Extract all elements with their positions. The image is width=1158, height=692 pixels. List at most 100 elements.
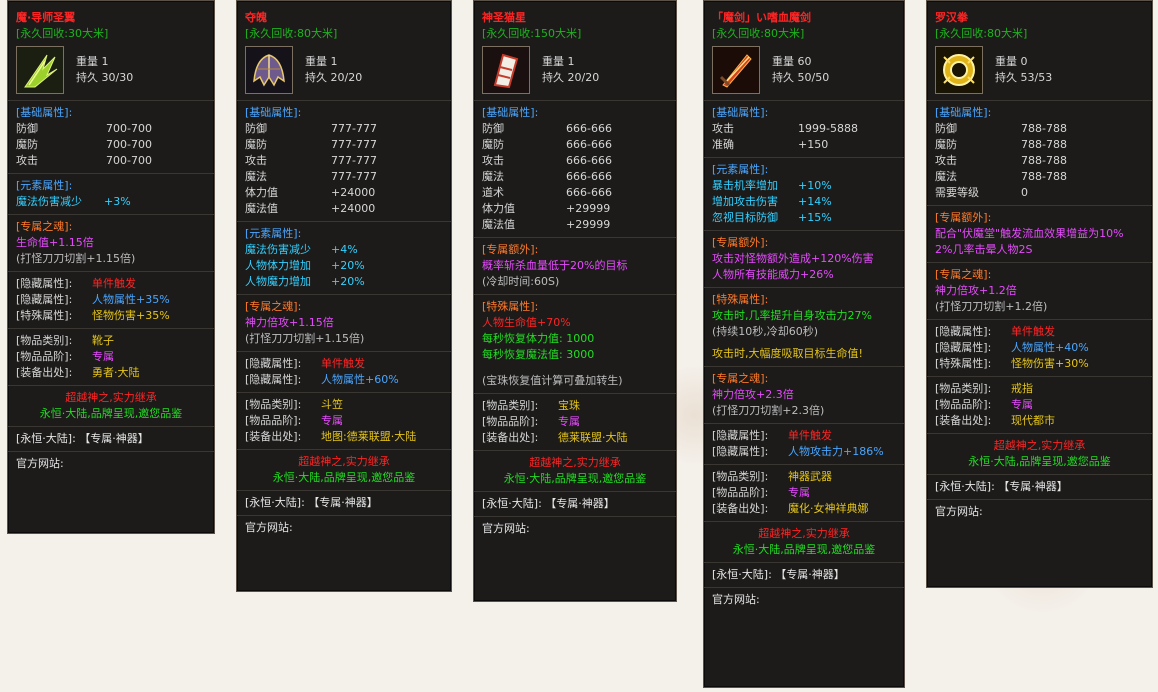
special-line: 人物生命值+70% — [482, 316, 571, 329]
attr-key: 魔法 — [482, 170, 504, 183]
attr-value: 788-788 — [1021, 122, 1067, 135]
attr-key: [隐藏属性]: — [16, 277, 73, 290]
attr-key: 魔法 — [935, 170, 957, 183]
extra-title: [专属额外]: — [935, 211, 992, 224]
scroll-gem-icon — [482, 46, 530, 94]
footer-label: [永恒·大陆]: 【专属·神器】 — [16, 432, 149, 445]
attr-key: 防御 — [482, 122, 504, 135]
attr-key: 防御 — [245, 122, 267, 135]
attr-key: 道术 — [482, 186, 504, 199]
attr-value: 666-666 — [566, 170, 612, 183]
attr-value: +24000 — [331, 202, 376, 215]
info-value: 神器武器 — [788, 470, 832, 483]
attr-value: 怪物伤害+35% — [92, 309, 170, 322]
info-key: [装备出处]: — [245, 430, 302, 443]
info-key: [物品类别]: — [482, 399, 539, 412]
attr-value: 单件触发 — [788, 429, 832, 442]
extra-line: 2%几率击晕人物2S — [935, 243, 1033, 256]
attr-value: 788-788 — [1021, 170, 1067, 183]
footer-label: [永恒·大陆]: 【专属·神器】 — [712, 568, 845, 581]
extra-title: [专属额外]: — [712, 236, 769, 249]
info-key: [物品类别]: — [16, 334, 73, 347]
slogan-title: 超越神之,实力继承 — [529, 456, 621, 469]
green-wing-icon — [16, 46, 64, 94]
info-value: 地图:德莱联盟·大陆 — [321, 430, 417, 443]
attr-key: 体力值 — [482, 202, 515, 215]
attr-value: +20% — [331, 275, 365, 288]
info-key: [物品品阶]: — [482, 415, 539, 428]
info-value: 专属 — [558, 415, 580, 428]
official-site-label: 官方网站: — [16, 457, 64, 470]
footer-label: [永恒·大陆]: 【专属·神器】 — [245, 496, 378, 509]
durability-stat: 持久 53/53 — [995, 71, 1053, 84]
attr-value: 0 — [1021, 186, 1028, 199]
attr-value: 777-777 — [331, 138, 377, 151]
durability-stat: 持久 20/20 — [305, 71, 363, 84]
info-value: 专属 — [321, 414, 343, 427]
extra-line: 概率斩杀血量低于20%的目标 — [482, 259, 628, 272]
base-attr-title: [基础属性]: — [16, 106, 73, 119]
attr-key: 攻击 — [245, 154, 267, 167]
info-value: 魔化·女神祥典娜 — [788, 502, 869, 515]
attr-key: 攻击 — [16, 154, 38, 167]
attr-value: +20% — [331, 259, 365, 272]
attr-value: 666-666 — [566, 186, 612, 199]
attr-key: 魔防 — [935, 138, 957, 151]
attr-value: 666-666 — [566, 154, 612, 167]
attr-key: [隐藏属性]: — [935, 325, 992, 338]
special-line: 每秒恢复魔法值: 3000 — [482, 348, 595, 361]
info-key: [物品类别]: — [712, 470, 769, 483]
attr-key: 人物体力增加 — [245, 259, 311, 272]
extra-title: [专属额外]: — [482, 243, 539, 256]
official-site-label: 官方网站: — [935, 505, 983, 518]
recycle-value: [永久回收:30大米] — [16, 27, 109, 40]
durability-stat: 持久 30/30 — [76, 71, 134, 84]
soul-line: 神力倍攻+2.3倍 — [712, 388, 794, 401]
official-site-label: 官方网站: — [712, 593, 760, 606]
attr-value: 666-666 — [566, 122, 612, 135]
attr-value: 人物属性+40% — [1011, 341, 1089, 354]
info-value: 戒指 — [1011, 382, 1033, 395]
slogan-title: 超越神之,实力继承 — [298, 455, 390, 468]
attr-key: [特殊属性]: — [16, 309, 73, 322]
attr-key: 防御 — [16, 122, 38, 135]
recycle-value: [永久回收:80大米] — [935, 27, 1028, 40]
special-title: [特殊属性]: — [712, 293, 769, 306]
item-name: 「魔剑」い嗜血魔剑 — [712, 11, 811, 24]
item-tooltip-1: 魔·导师圣翼 [永久回收:30大米] 重量 1 持久 30/30 [基础属性]:… — [7, 0, 215, 534]
attr-key: 防御 — [935, 122, 957, 135]
attr-key: [隐藏属性]: — [935, 341, 992, 354]
slogan-title: 超越神之,实力继承 — [65, 391, 157, 404]
attr-key: 增加攻击伤害 — [712, 195, 778, 208]
soul-note: (打怪刀刀切割+1.15倍) — [16, 252, 136, 265]
soul-line: 神力倍攻+1.15倍 — [245, 316, 334, 329]
attr-key: 攻击 — [935, 154, 957, 167]
attr-value: 777-777 — [331, 170, 377, 183]
special-line: 每秒恢复体力值: 1000 — [482, 332, 595, 345]
attr-key: [特殊属性]: — [935, 357, 992, 370]
weight-stat: 重量 1 — [542, 55, 575, 68]
attr-value: 单件触发 — [321, 357, 365, 370]
info-value: 宝珠 — [558, 399, 580, 412]
attr-key: 魔法伤害减少 — [245, 243, 311, 256]
base-attr-title: [基础属性]: — [712, 106, 769, 119]
attr-value: 788-788 — [1021, 138, 1067, 151]
info-value: 德莱联盟·大陆 — [558, 431, 628, 444]
item-tooltip-2: 夺魄 [永久回收:80大米] 重量 1 持久 20/20 [基础属性]: 防御 7… — [236, 0, 452, 592]
attr-value: 单件触发 — [1011, 325, 1055, 338]
soul-line: 生命值+1.15倍 — [16, 236, 94, 249]
orb-note: (宝珠恢复值计算可叠加转生) — [482, 374, 623, 387]
info-key: [装备出处]: — [712, 502, 769, 515]
soul-note: (打怪刀刀切割+1.2倍) — [935, 300, 1048, 313]
info-value: 专属 — [1011, 398, 1033, 411]
attr-key: 魔法 — [245, 170, 267, 183]
special-highlight: 攻击时,大幅度吸取目标生命值! — [712, 347, 863, 360]
soul-note: (打怪刀刀切割+1.15倍) — [245, 332, 365, 345]
attr-key: 攻击 — [482, 154, 504, 167]
attr-value: +150 — [798, 138, 829, 151]
attr-value: +15% — [798, 211, 832, 224]
attr-value: +4% — [331, 243, 358, 256]
attr-value: +10% — [798, 179, 832, 192]
attr-key: 攻击 — [712, 122, 734, 135]
soul-line: 神力倍攻+1.2倍 — [935, 284, 1017, 297]
